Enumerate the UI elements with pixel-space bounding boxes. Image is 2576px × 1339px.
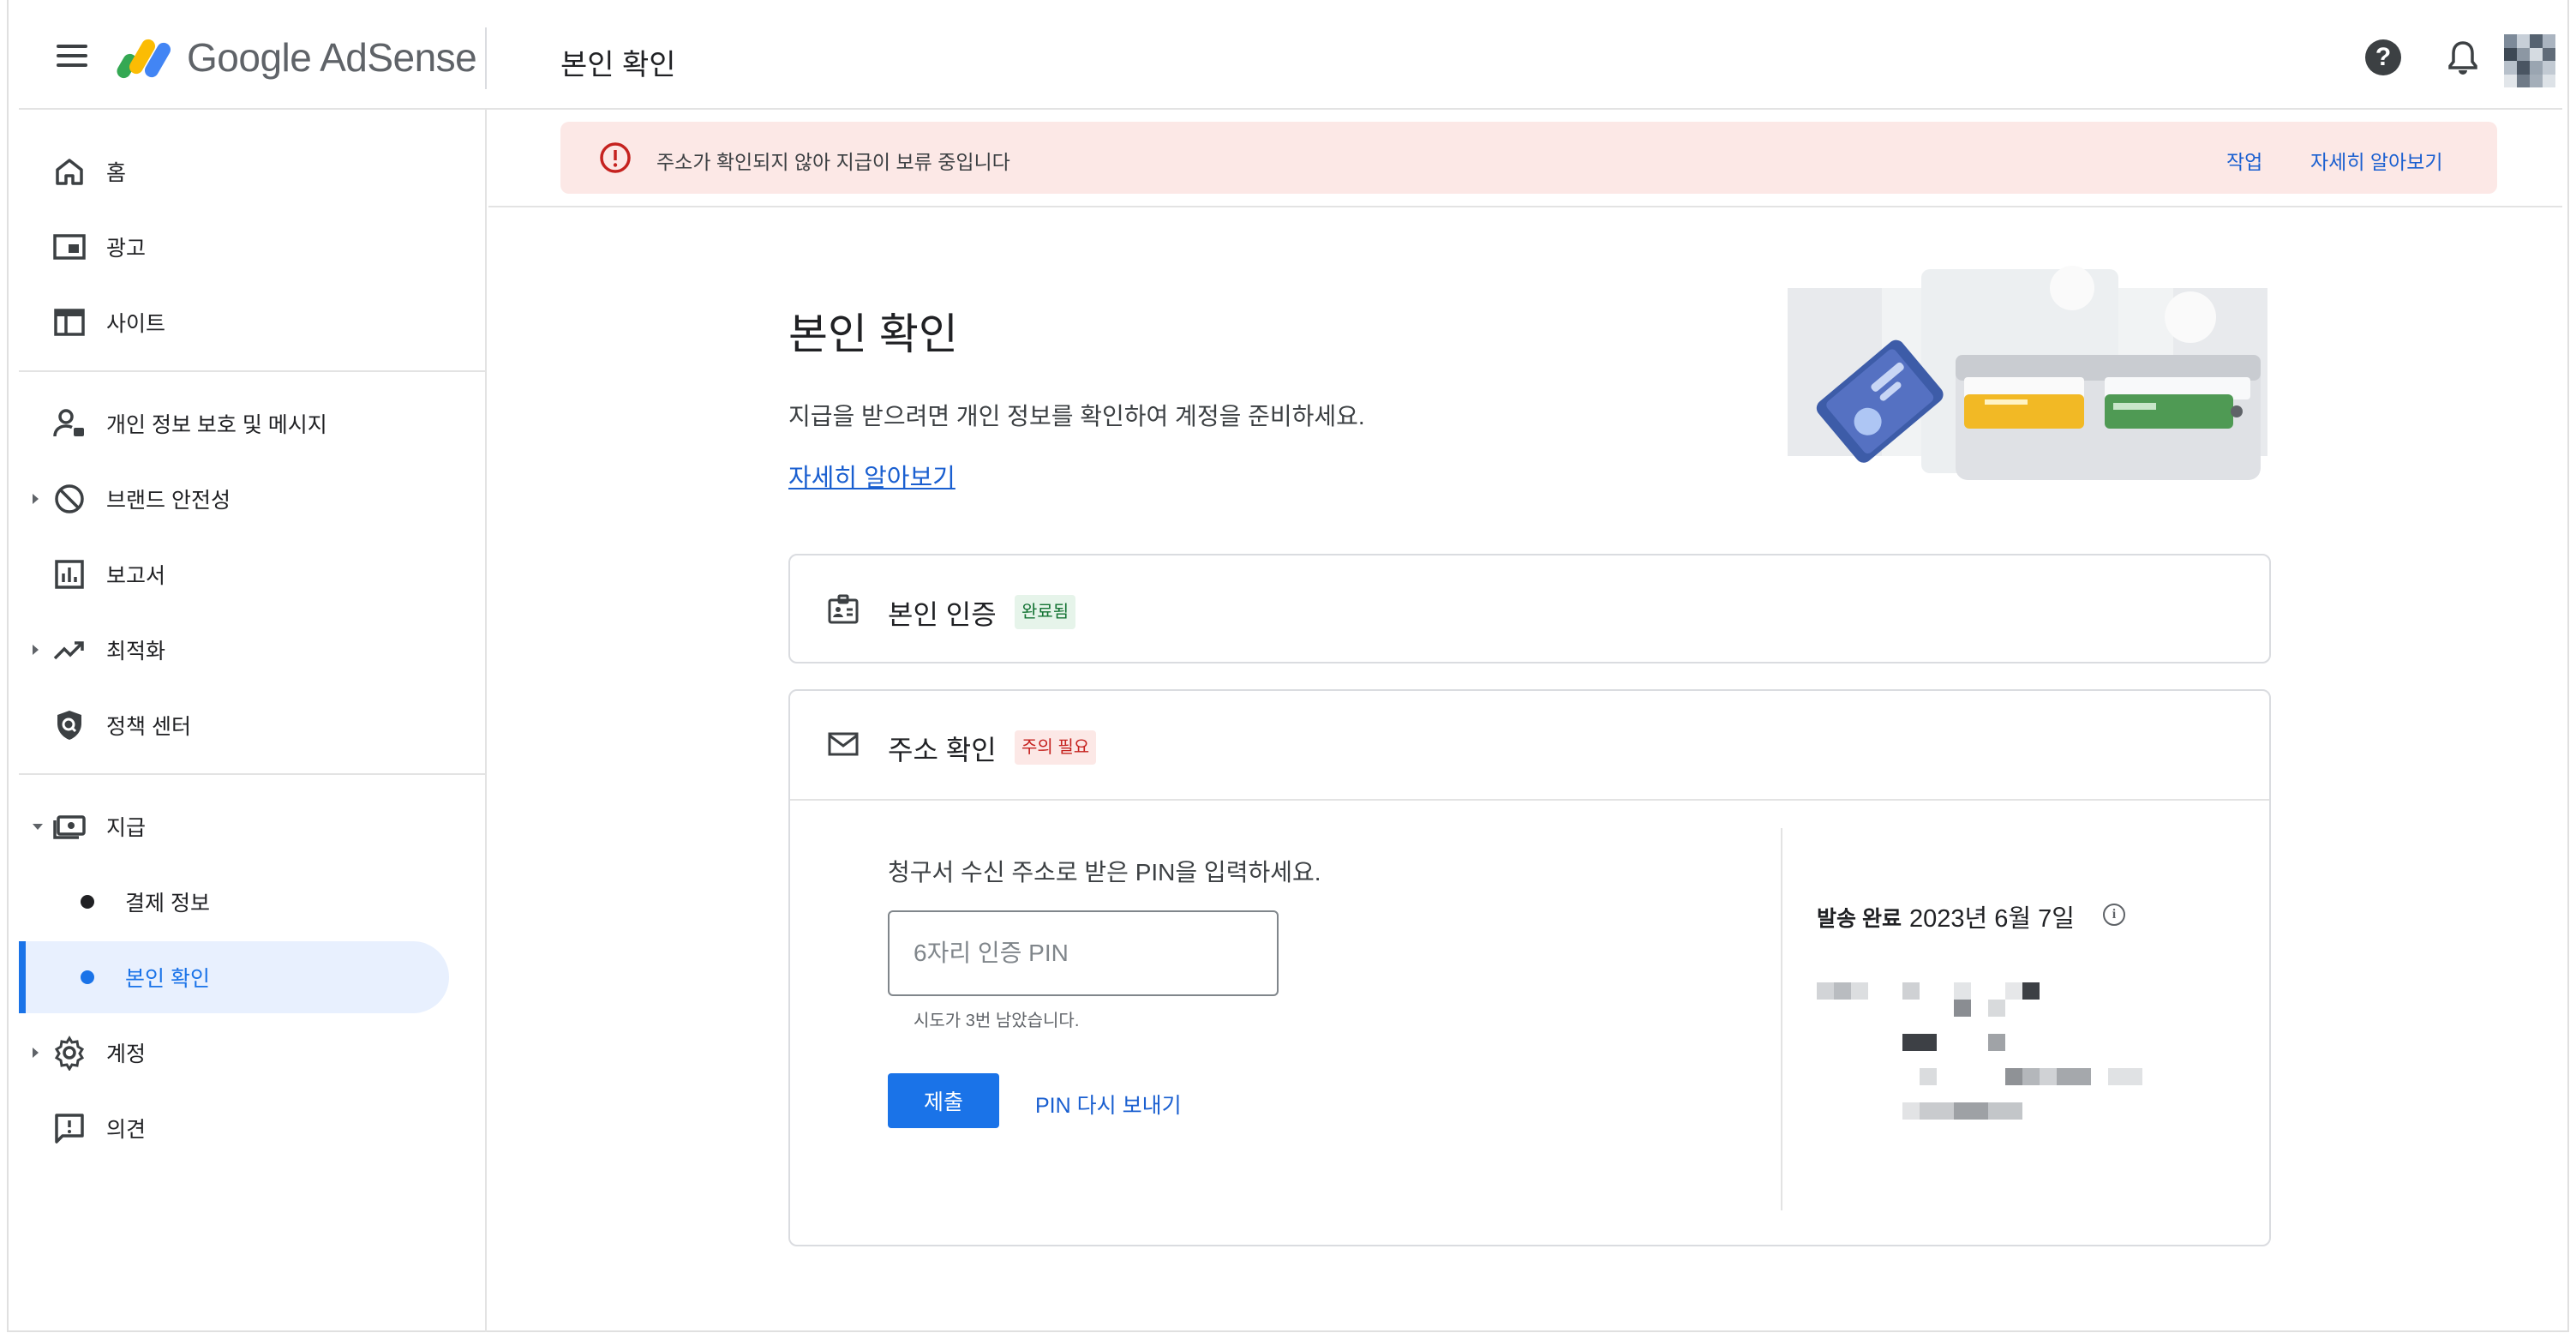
- trending-up-icon: [53, 641, 84, 660]
- payments-icon: [53, 815, 86, 839]
- avatar[interactable]: [2504, 34, 2555, 87]
- page-title: 본인 확인: [788, 310, 958, 358]
- reports-icon: [55, 560, 84, 589]
- id-badge-icon: [828, 594, 859, 624]
- alert-message: 주소가 확인되지 않아 지급이 보류 중입니다: [656, 151, 1010, 173]
- top-app-bar: Google AdSense 본인 확인 ?: [19, 0, 2562, 110]
- expand-caret-icon[interactable]: [33, 494, 39, 504]
- pin-input[interactable]: [888, 910, 1279, 996]
- identity-verification-card[interactable]: 본인 인증 완료됨: [788, 554, 2271, 663]
- submit-button[interactable]: 제출: [888, 1073, 999, 1128]
- ads-icon: [53, 234, 86, 260]
- expand-caret-icon[interactable]: [33, 645, 39, 655]
- sidebar-item-label: 계정: [106, 1042, 147, 1066]
- bullet-dot-icon: [81, 970, 94, 984]
- sidebar-divider: [19, 773, 487, 775]
- block-icon: [55, 484, 84, 513]
- sidebar-item-label: 사이트: [106, 312, 166, 336]
- collapse-caret-icon[interactable]: [33, 823, 43, 830]
- sidebar-item-feedback[interactable]: 의견: [19, 1092, 487, 1164]
- sidebar-divider: [19, 370, 487, 372]
- sent-date: 2023년 6월 7일: [1909, 905, 2075, 933]
- policy-shield-icon: [57, 711, 81, 740]
- sent-label: 발송 완료: [1817, 907, 1902, 931]
- home-icon: [56, 159, 83, 185]
- sidebar-item-label: 보고서: [106, 564, 166, 588]
- redacted-address: [1817, 982, 2142, 1120]
- sidebar-item-policy-center[interactable]: 정책 센터: [19, 689, 487, 761]
- sidebar-item-verification[interactable]: 본인 확인: [19, 941, 449, 1013]
- card-title: 본인 인증: [888, 599, 997, 630]
- error-icon: [600, 142, 631, 173]
- sites-icon: [54, 309, 85, 336]
- sidebar-item-optimization[interactable]: 최적화: [19, 614, 487, 686]
- header-divider: [485, 27, 487, 89]
- attempts-hint: 시도가 3번 남았습니다.: [914, 1012, 1080, 1030]
- sidebar-nav: 홈 광고 사이트 개인 정보 보호 및 메시지 브랜드 안전성 보고서 최적화 …: [19, 110, 487, 1332]
- sidebar-item-payments[interactable]: 지급: [19, 790, 487, 862]
- sidebar-item-payment-info[interactable]: 결제 정보: [19, 866, 487, 938]
- address-verification-card: 주소 확인 주의 필요 청구서 수신 주소로 받은 PIN을 입력하세요. 시도…: [788, 689, 2271, 1246]
- brand-name: Google AdSense: [187, 35, 477, 80]
- mail-icon: [828, 732, 859, 756]
- vertical-divider: [1781, 828, 1782, 1210]
- alert-banner: 주소가 확인되지 않아 지급이 보류 중입니다 작업 자세히 알아보기: [560, 122, 2497, 194]
- sidebar-item-brand-safety[interactable]: 브랜드 안전성: [19, 463, 487, 535]
- status-badge: 완료됨: [1015, 595, 1076, 629]
- info-icon[interactable]: i: [2103, 904, 2125, 926]
- privacy-messaging-icon: [53, 409, 84, 437]
- sidebar-item-label: 의견: [106, 1118, 147, 1142]
- sidebar-item-label: 광고: [106, 237, 147, 261]
- sidebar-item-label: 결제 정보: [125, 892, 210, 916]
- feedback-icon: [55, 1114, 84, 1144]
- sidebar-item-ads[interactable]: 광고: [19, 211, 487, 283]
- page-header-title: 본인 확인: [560, 49, 676, 81]
- sidebar-item-label: 최적화: [106, 639, 166, 663]
- sidebar-item-label: 본인 확인: [125, 967, 210, 991]
- expand-caret-icon[interactable]: [33, 1048, 39, 1058]
- sidebar-item-label: 브랜드 안전성: [106, 489, 231, 513]
- content-divider: [488, 206, 2562, 207]
- help-icon[interactable]: ?: [2365, 39, 2401, 75]
- card-title: 주소 확인: [888, 735, 997, 766]
- card-header[interactable]: 주소 확인 주의 필요: [790, 691, 2269, 799]
- verification-illustration: [1788, 266, 2267, 480]
- adsense-logo-icon: [117, 39, 171, 79]
- sidebar-item-account[interactable]: 계정: [19, 1017, 487, 1089]
- menu-icon[interactable]: [57, 45, 87, 67]
- alert-learn-more-link[interactable]: 자세히 알아보기: [2310, 146, 2443, 175]
- sidebar-item-label: 개인 정보 보호 및 메시지: [106, 413, 327, 437]
- page-description: 지급을 받으려면 개인 정보를 확인하여 계정을 준비하세요.: [788, 403, 1365, 429]
- sidebar-item-home[interactable]: 홈: [19, 135, 487, 207]
- sidebar-item-privacy-messaging[interactable]: 개인 정보 보호 및 메시지: [19, 387, 487, 459]
- gear-icon: [54, 1036, 85, 1071]
- pin-prompt: 청구서 수신 주소로 받은 PIN을 입력하세요.: [888, 859, 1321, 886]
- sidebar-item-label: 정책 센터: [106, 715, 191, 739]
- resend-pin-link[interactable]: PIN 다시 보내기: [1035, 1089, 1182, 1120]
- status-badge: 주의 필요: [1015, 730, 1097, 765]
- sidebar-item-sites[interactable]: 사이트: [19, 286, 487, 358]
- sidebar-item-reports[interactable]: 보고서: [19, 538, 487, 610]
- bullet-dot-icon: [81, 895, 94, 909]
- card-divider: [790, 799, 2269, 801]
- learn-more-link[interactable]: 자세히 알아보기: [788, 458, 956, 494]
- sidebar-item-label: 지급: [106, 816, 147, 840]
- alert-action-link[interactable]: 작업: [2226, 146, 2262, 175]
- sidebar-item-label: 홈: [106, 161, 127, 185]
- notifications-icon[interactable]: [2446, 39, 2480, 77]
